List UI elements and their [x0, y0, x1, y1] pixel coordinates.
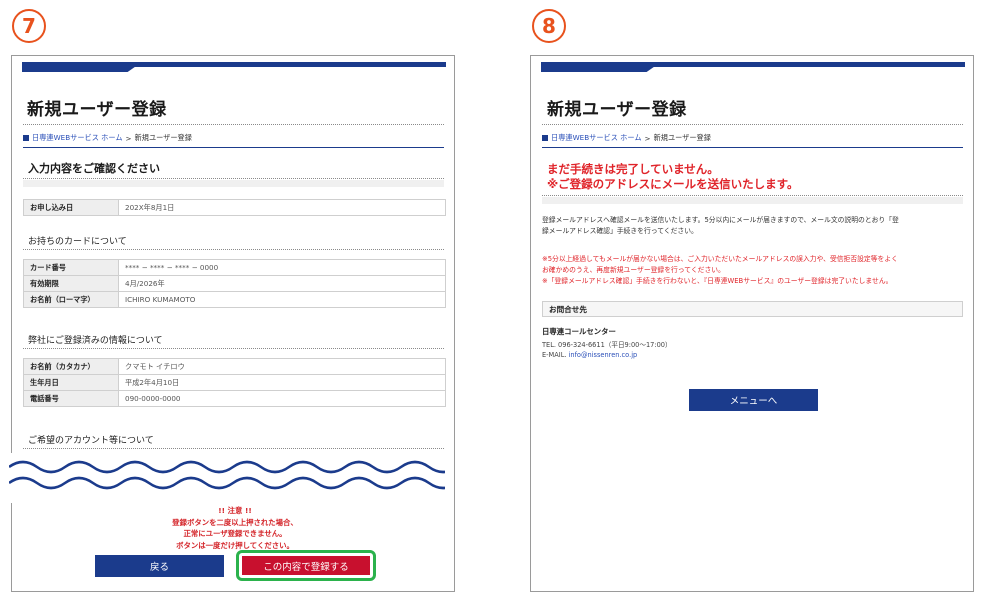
section-band	[542, 197, 963, 204]
row-label: 電話番号	[23, 390, 119, 407]
breadcrumb-divider	[542, 147, 963, 148]
title-divider	[542, 124, 963, 125]
registered-section-divider	[23, 348, 444, 349]
breadcrumb-square-icon	[23, 135, 29, 141]
account-section-divider	[23, 448, 444, 449]
breadcrumb-square-icon	[542, 135, 548, 141]
step-number: 7	[22, 14, 36, 38]
row-value: クマモト イチロウ	[118, 358, 446, 375]
alert-heading: まだ手続きは完了していません。 ※ご登録のアドレスにメールを送信いたします。	[547, 162, 799, 192]
breadcrumb-separator: >	[644, 133, 651, 143]
row-label: お名前（ローマ字）	[23, 291, 119, 308]
notice-text: ※5分以上経過してもメールが届かない場合は、ご入力いただいたメールアドレスの誤入…	[542, 254, 966, 287]
caution-notice: !! 注意 !! 登録ボタンを二度以上押された場合、 正常にユーザ登録できません…	[130, 505, 340, 551]
row-label: お名前（カタカナ）	[23, 358, 119, 375]
row-value: **** − **** − **** − 0000	[118, 259, 446, 276]
step-badge-8: 8	[532, 9, 566, 43]
breadcrumb-divider	[23, 147, 444, 148]
breadcrumb: 日専連WEBサービス ホーム > 新規ユーザー登録	[542, 133, 711, 143]
table-row: 電話番号 090-0000-0000	[23, 390, 446, 407]
row-value: ICHIRO KUMAMOTO	[118, 291, 446, 308]
notice-line: ※5分以上経過してもメールが届かない場合は、ご入力いただいたメールアドレスの誤入…	[542, 255, 898, 263]
row-value: 202X年8月1日	[118, 199, 446, 216]
table-row: お名前（ローマ字） ICHIRO KUMAMOTO	[23, 291, 446, 308]
step-badge-7: 7	[12, 9, 46, 43]
registered-section-heading: 弊社にご登録済みの情報について	[28, 336, 163, 346]
caution-line: 登録ボタンを二度以上押された場合、	[172, 517, 298, 527]
breadcrumb-home-link[interactable]: 日専連WEBサービス ホーム	[32, 133, 123, 143]
menu-button[interactable]: メニューへ	[689, 389, 818, 411]
row-label: カード番号	[23, 259, 119, 276]
notice-line: ※「登録メールアドレス確認」手続きを行わないと、『日専連WEBサービス』のユーザ…	[542, 277, 893, 285]
notice-line: お確かめのうえ、再度新規ユーザー登録を行ってください。	[542, 266, 725, 274]
confirm-heading: 入力内容をご確認ください	[28, 162, 160, 175]
contact-name: 日専連コールセンター	[542, 327, 616, 336]
title-divider	[23, 124, 444, 125]
alert-line: まだ手続きは完了していません。	[547, 162, 719, 176]
registered-table: お名前（カタカナ） クマモト イチロウ 生年月日 平成2年4月10日 電話番号 …	[23, 358, 446, 407]
contact-heading-box: お問合せ先	[542, 301, 963, 317]
card-section-heading: お持ちのカードについて	[28, 237, 127, 247]
alert-divider	[542, 195, 963, 196]
register-button[interactable]: この内容で登録する	[242, 556, 370, 575]
row-value: 090-0000-0000	[118, 390, 446, 407]
caution-title: !! 注意 !!	[218, 506, 252, 515]
section-band	[23, 180, 444, 187]
contact-email-label: E-MAIL.	[542, 351, 567, 359]
panel-header-bar	[22, 62, 446, 72]
application-table: お申し込み日 202X年8月1日	[23, 199, 446, 216]
row-value: 平成2年4月10日	[118, 374, 446, 391]
table-row: お申し込み日 202X年8月1日	[23, 199, 446, 216]
page-title: 新規ユーザー登録	[27, 100, 167, 120]
table-row: カード番号 **** − **** − **** − 0000	[23, 259, 446, 276]
contact-heading: お問合せ先	[549, 304, 587, 314]
table-row: 有効期限 4月/2026年	[23, 275, 446, 292]
row-value: 4月/2026年	[118, 275, 446, 292]
card-section-divider	[23, 249, 444, 250]
breadcrumb: 日専連WEBサービス ホーム > 新規ユーザー登録	[23, 133, 192, 143]
omitted-content-wave	[9, 453, 445, 503]
contact-tel: TEL. 096-324-6611（平日9:00〜17:00）	[542, 341, 672, 349]
page-title: 新規ユーザー登録	[547, 100, 687, 120]
alert-line: ※ご登録のアドレスにメールを送信いたします。	[547, 177, 799, 191]
card-table: カード番号 **** − **** − **** − 0000 有効期限 4月/…	[23, 259, 446, 308]
step-number: 8	[542, 14, 556, 38]
breadcrumb-separator: >	[125, 133, 132, 143]
breadcrumb-home-link[interactable]: 日専連WEBサービス ホーム	[551, 133, 642, 143]
breadcrumb-current: 新規ユーザー登録	[134, 133, 192, 142]
instruction-line: 録メールアドレス確認」手続きを行ってください。	[542, 227, 698, 235]
confirm-divider	[23, 178, 444, 179]
instruction-text: 登録メールアドレスへ確認メールを送信いたします。5分以内にメールが届きますので、…	[542, 215, 966, 237]
table-row: お名前（カタカナ） クマモト イチロウ	[23, 358, 446, 375]
row-label: お申し込み日	[23, 199, 119, 216]
register-button-highlight: この内容で登録する	[236, 550, 376, 581]
table-row: 生年月日 平成2年4月10日	[23, 374, 446, 391]
contact-email-row: E-MAIL. info@nissenren.co.jp	[542, 351, 637, 359]
back-button[interactable]: 戻る	[95, 555, 224, 577]
breadcrumb-current: 新規ユーザー登録	[653, 133, 711, 142]
panel-header-bar	[541, 62, 965, 72]
row-label: 生年月日	[23, 374, 119, 391]
row-label: 有効期限	[23, 275, 119, 292]
instruction-line: 登録メールアドレスへ確認メールを送信いたします。5分以内にメールが届きますので、…	[542, 216, 899, 224]
right-panel: 新規ユーザー登録 日専連WEBサービス ホーム > 新規ユーザー登録 まだ手続き…	[530, 55, 974, 592]
account-section-heading: ご希望のアカウント等について	[28, 436, 154, 446]
caution-line: 正常にユーザ登録できません。	[183, 529, 287, 538]
contact-email-link[interactable]: info@nissenren.co.jp	[569, 351, 638, 359]
